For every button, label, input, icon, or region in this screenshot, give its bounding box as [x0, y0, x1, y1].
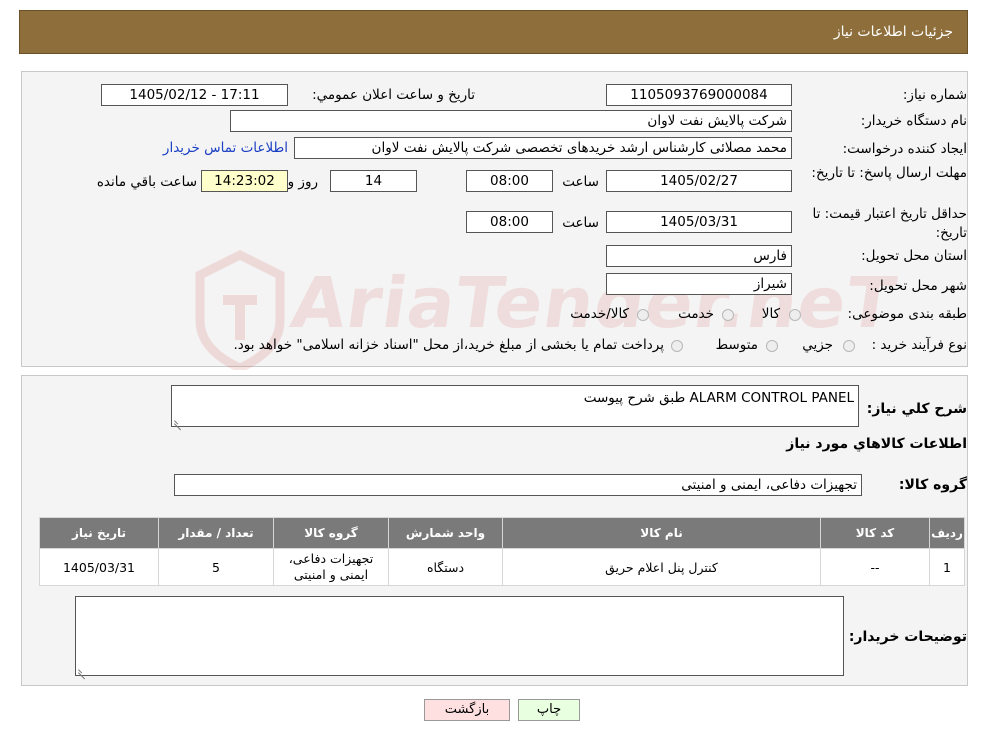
- province-label: استان محل تحويل:: [861, 248, 967, 264]
- col-group: گروه کالا: [273, 517, 389, 549]
- remaining-days-label: روز و: [287, 174, 318, 190]
- price-validity-time-field: 08:00: [466, 211, 553, 233]
- goods-table: رديف کد کالا نام کالا واحد شمارش گروه کا…: [39, 517, 965, 586]
- remaining-time-label: ساعت باقي مانده: [96, 174, 197, 190]
- description-label: شرح کلي نياز:: [866, 401, 967, 417]
- deadline-label: مهلت ارسال پاسخ: تا تاريخ:: [811, 165, 967, 181]
- price-validity-time-label: ساعت: [562, 215, 599, 231]
- buyer-contact-link[interactable]: اطلاعات تماس خريدار: [163, 140, 288, 156]
- goods-table-header: رديف کد کالا نام کالا واحد شمارش گروه کا…: [39, 517, 965, 549]
- goods-group-label: گروه کالا:: [898, 477, 967, 493]
- deadline-time-label: ساعت: [562, 174, 599, 190]
- price-validity-label: حداقل تاريخ اعتبار قيمت: تا تاريخ:: [812, 206, 967, 241]
- col-date: تاريخ نياز: [39, 517, 159, 549]
- category-service-radio[interactable]: [722, 309, 734, 321]
- cell-unit: دستگاه: [388, 548, 503, 586]
- process-medium-label: متوسط: [715, 337, 758, 353]
- cell-qty: 5: [158, 548, 274, 586]
- description-text: ALARM CONTROL PANEL طبق شرح پیوست: [583, 390, 854, 406]
- resize-grip-icon[interactable]: [174, 417, 181, 424]
- city-label: شهر محل تحويل:: [869, 278, 967, 294]
- goods-section-title: اطلاعات کالاهاي مورد نياز: [786, 436, 967, 452]
- cell-code: --: [820, 548, 930, 586]
- category-label: طبقه بندی موضوعی:: [847, 306, 967, 322]
- process-minor-radio[interactable]: [843, 340, 855, 352]
- announce-datetime-label: تاريخ و ساعت اعلان عمومي:: [312, 87, 475, 103]
- col-qty: تعداد / مقدار: [158, 517, 274, 549]
- process-minor-label: جزيي: [802, 337, 833, 353]
- table-row: 1 -- کنترل پنل اعلام حریق دستگاه تجهيزات…: [39, 548, 965, 586]
- need-number-label: شماره نیاز:: [902, 87, 967, 103]
- description-textarea[interactable]: ALARM CONTROL PANEL طبق شرح پیوست: [171, 385, 859, 427]
- category-goods-service-radio[interactable]: [637, 309, 649, 321]
- print-button[interactable]: چاپ: [518, 699, 580, 721]
- cell-name: کنترل پنل اعلام حریق: [502, 548, 821, 586]
- col-code: کد کالا: [820, 517, 930, 549]
- cell-date: 1405/03/31: [39, 548, 159, 586]
- cell-row: 1: [929, 548, 965, 586]
- need-number-field: 1105093769000084: [606, 84, 792, 106]
- category-goods-radio[interactable]: [789, 309, 801, 321]
- category-goods-service-label: کالا/خدمت: [570, 306, 629, 322]
- process-treasury-checkbox[interactable]: [671, 340, 683, 352]
- buyer-notes-textarea[interactable]: [75, 596, 844, 676]
- col-unit: واحد شمارش: [388, 517, 503, 549]
- resize-grip-icon[interactable]: [78, 666, 85, 673]
- process-type-label: نوع فرآيند خريد :: [871, 337, 967, 353]
- col-row: رديف: [929, 517, 965, 549]
- price-validity-date-field: 1405/03/31: [606, 211, 792, 233]
- deadline-time-field: 08:00: [466, 170, 553, 192]
- cell-group: تجهيزات دفاعی، ايمنی و امنيتی: [273, 548, 389, 586]
- category-service-label: خدمت: [678, 306, 714, 322]
- col-name: نام کالا: [502, 517, 821, 549]
- creator-label: ايجاد کننده درخواست:: [842, 141, 967, 157]
- process-treasury-note: پرداخت تمام يا بخشی از مبلغ خريد،از محل …: [233, 337, 664, 353]
- buyer-org-label: نام دستگاه خريدار:: [860, 113, 967, 129]
- remaining-days-field: 14: [330, 170, 417, 192]
- page-title: جزئیات اطلاعات نیاز: [833, 24, 953, 40]
- remaining-time-field: 14:23:02: [201, 170, 288, 192]
- process-medium-radio[interactable]: [766, 340, 778, 352]
- deadline-date-field: 1405/02/27: [606, 170, 792, 192]
- creator-field: محمد مصلائی کارشناس ارشد خریدهای تخصصی ش…: [294, 137, 792, 159]
- goods-group-field: تجهيزات دفاعی، ايمنی و امنيتی: [174, 474, 862, 496]
- back-button[interactable]: بازگشت: [424, 699, 510, 721]
- watermark-text: AriaTender.neT: [286, 262, 902, 344]
- page-header: جزئیات اطلاعات نیاز: [19, 10, 968, 54]
- city-field: شيراز: [606, 273, 792, 295]
- buyer-notes-label: توضيحات خريدار:: [848, 629, 967, 645]
- category-goods-label: کالا: [761, 306, 780, 322]
- province-field: فارس: [606, 245, 792, 267]
- announce-datetime-field: 1405/02/12 - 17:11: [101, 84, 288, 106]
- buyer-org-field: شرکت پالايش نفت لاوان: [230, 110, 792, 132]
